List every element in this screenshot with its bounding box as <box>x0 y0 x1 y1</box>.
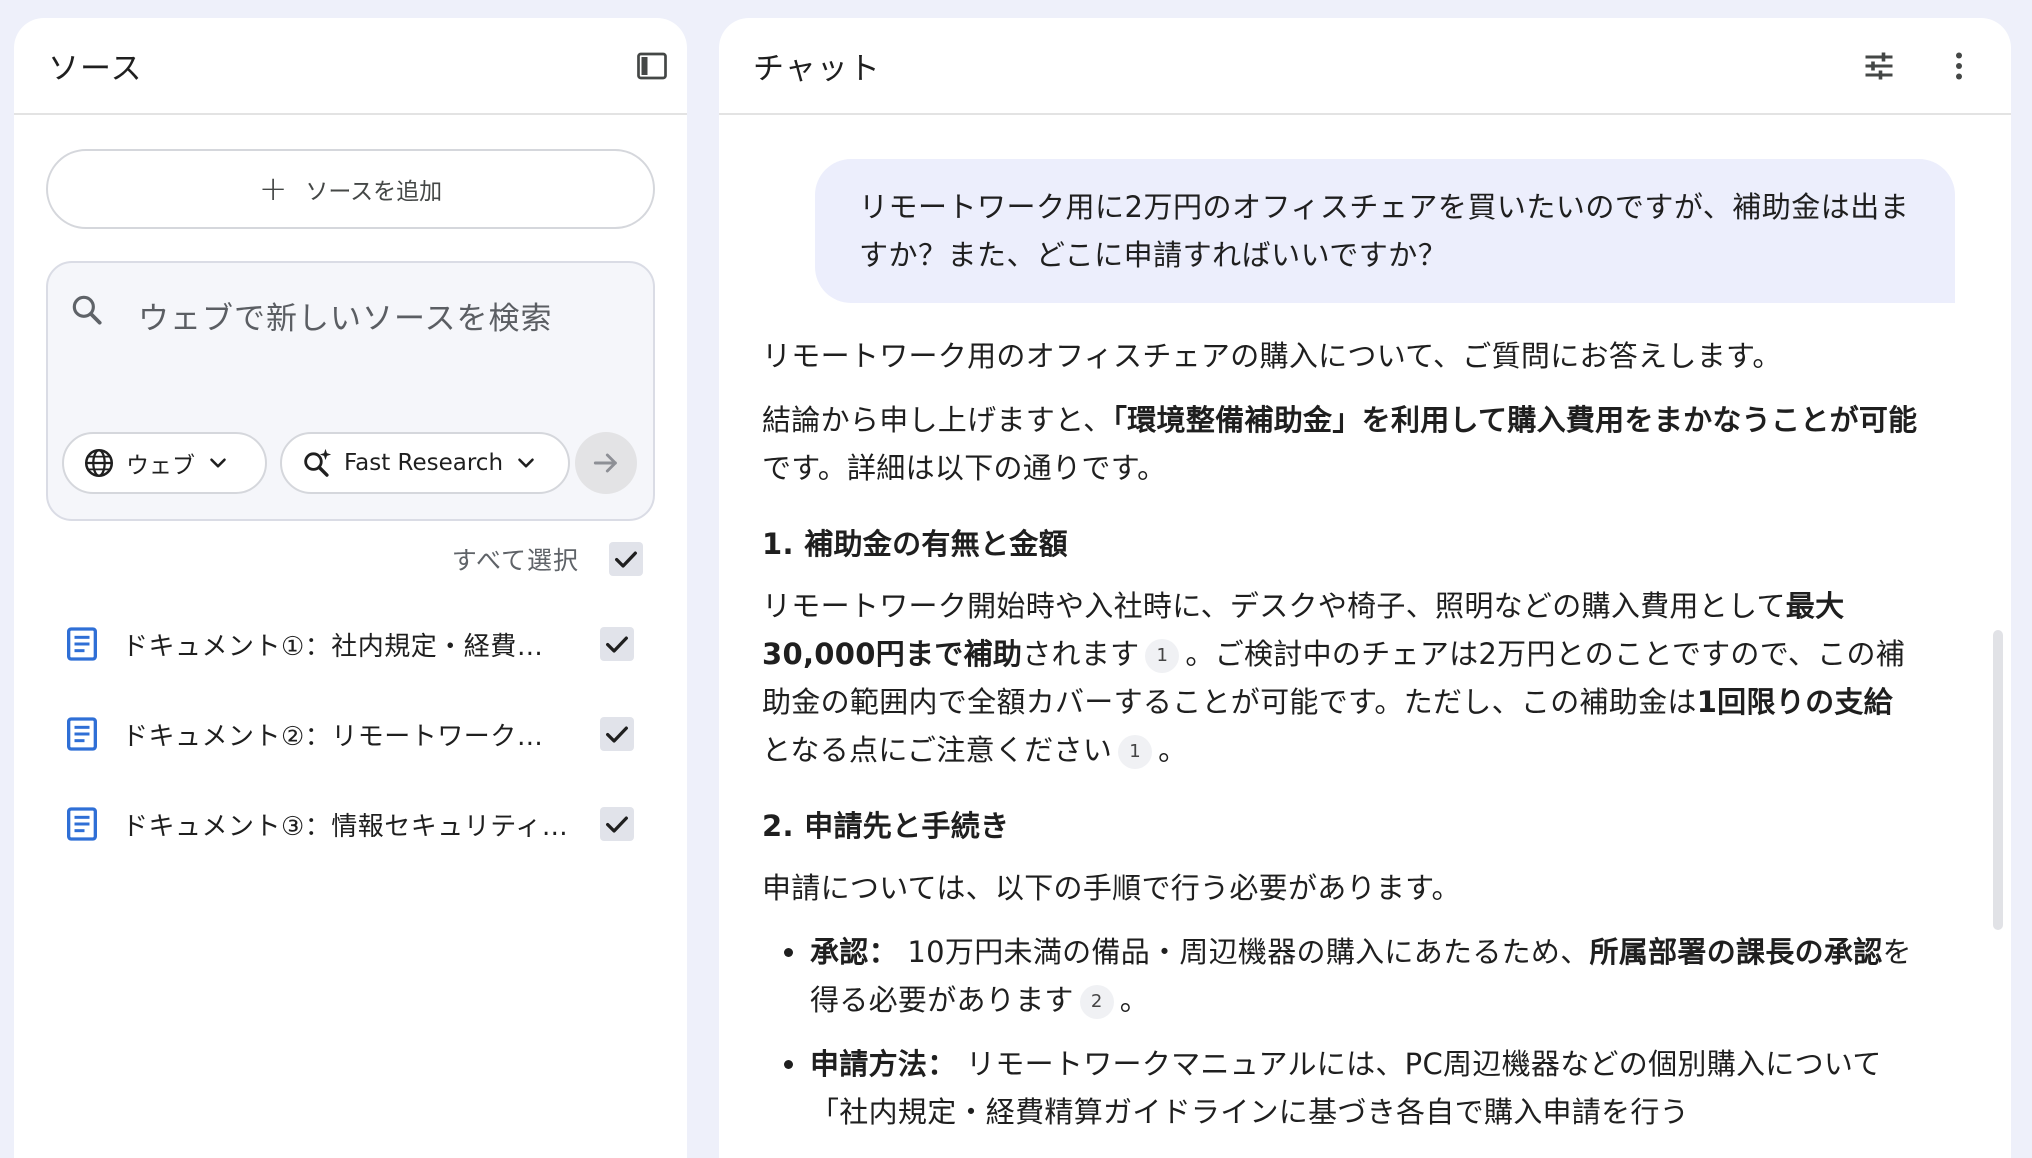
sources-title: ソース <box>48 51 143 87</box>
chat-title: チャット <box>753 51 881 87</box>
section-1-text: リモートワーク開始時や入社時に、デスクや椅子、照明などの購入費用として最大30,… <box>762 589 1906 769</box>
select-all-label: すべて選択 <box>451 546 579 575</box>
plus-icon: + <box>258 169 288 209</box>
chat-scrollbar[interactable] <box>1993 630 2003 930</box>
document-icon <box>67 717 97 751</box>
arrow-right-icon <box>593 453 617 473</box>
citation-chip[interactable]: 1 <box>1145 639 1180 673</box>
sidebar-panel-icon[interactable] <box>634 48 670 84</box>
document-icon <box>67 627 97 661</box>
list-item: 申請方法： リモートワークマニュアルには、PC周辺機器などの個別購入について「社… <box>762 1040 1922 1136</box>
sources-header: ソース <box>14 18 687 115</box>
steps-list: 承認： 10万円未満の備品・周辺機器の購入にあたるため、所属部署の課長の承認を得… <box>762 928 1922 1136</box>
answer-conclusion: 結論から申し上げますと、「環境整備補助金」を利用して購入費用をまかなうことが可能… <box>762 403 1918 485</box>
assistant-answer: リモートワーク用のオフィスチェアの購入について、ご質問にお答えします。 結論から… <box>762 332 1922 1152</box>
user-message: リモートワーク用に2万円のオフィスチェアを買いたいのですが、補助金は出ますか？ま… <box>815 159 1955 303</box>
check-icon <box>606 726 628 743</box>
add-source-button[interactable]: + ソースを追加 <box>46 149 655 229</box>
list-item: 承認： 10万円未満の備品・周辺機器の購入にあたるため、所属部署の課長の承認を得… <box>762 928 1922 1024</box>
more-vert-icon[interactable] <box>1941 48 1977 84</box>
citation-chip[interactable]: 2 <box>1079 985 1114 1019</box>
document-icon <box>67 807 97 841</box>
search-input[interactable]: ウェブで新しいソースを検索 <box>138 293 552 338</box>
chat-header: チャット <box>719 18 2011 115</box>
source-checkbox[interactable] <box>600 627 634 661</box>
chat-panel: チャット リモートワーク用に2万円のオフィスチェアを買いたいのですが、補助金は出… <box>719 18 2011 1158</box>
check-icon <box>615 551 637 568</box>
chevron-down-icon <box>210 458 226 468</box>
select-all-row: すべて選択 <box>452 541 643 577</box>
source-item-label: ドキュメント②：リモートワークマニュアル <box>122 721 568 752</box>
answer-intro: リモートワーク用のオフィスチェアの購入について、ご質問にお答えします。 <box>762 339 1782 373</box>
source-item[interactable]: ドキュメント③：情報セキュリティポリシー <box>62 796 652 852</box>
source-item[interactable]: ドキュメント①：社内規定・経費精算ガイドライン <box>62 616 652 672</box>
source-item-label: ドキュメント①：社内規定・経費精算ガイドライン <box>122 631 568 662</box>
sources-panel: ソース + ソースを追加 ウェブで新しいソースを検索 ウェブ Fast Rese… <box>14 18 687 1158</box>
mode-chip-label: Fast Research <box>344 450 504 476</box>
web-search-box[interactable]: ウェブで新しいソースを検索 ウェブ Fast Research <box>46 261 655 521</box>
web-chip-label: ウェブ <box>126 453 195 479</box>
globe-icon <box>84 448 114 478</box>
source-item-label: ドキュメント③：情報セキュリティポリシー <box>122 811 568 842</box>
research-mode-dropdown[interactable]: Fast Research <box>280 432 570 494</box>
check-icon <box>606 816 628 833</box>
section-2-intro: 申請については、以下の手順で行う必要があります。 <box>762 871 1461 905</box>
select-all-checkbox[interactable] <box>609 542 643 576</box>
web-source-dropdown[interactable]: ウェブ <box>62 432 267 494</box>
search-icon <box>72 295 102 325</box>
check-icon <box>606 636 628 653</box>
source-checkbox[interactable] <box>600 807 634 841</box>
citation-chip[interactable]: 1 <box>1118 735 1153 769</box>
tune-icon[interactable] <box>1861 48 1897 84</box>
submit-search-button[interactable] <box>575 432 637 494</box>
sparkle-search-icon <box>304 448 332 477</box>
chevron-down-icon <box>518 458 534 468</box>
add-source-label: ソースを追加 <box>305 179 443 205</box>
section-heading: 1. 補助金の有無と金額 <box>762 527 1068 561</box>
source-checkbox[interactable] <box>600 717 634 751</box>
source-item[interactable]: ドキュメント②：リモートワークマニュアル <box>62 706 652 762</box>
section-heading: 2. 申請先と手続き <box>762 809 1010 843</box>
